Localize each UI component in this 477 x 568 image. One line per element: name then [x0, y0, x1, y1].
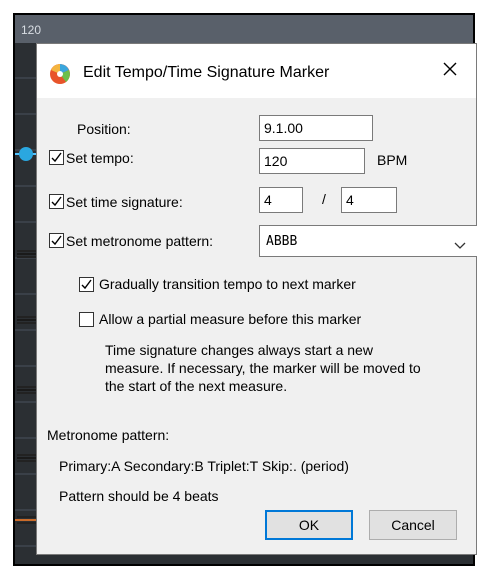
note-line-2: measure. If necessary, the marker will b…	[105, 360, 421, 376]
dialog-titlebar[interactable]: Edit Tempo/Time Signature Marker	[37, 44, 476, 98]
note-line-1: Time signature changes always start a ne…	[105, 342, 373, 358]
time-sig-denominator-input[interactable]: 4	[341, 187, 397, 213]
close-x-icon	[443, 62, 457, 81]
pattern-legend: Primary:A Secondary:B Triplet:T Skip:. (…	[59, 458, 349, 474]
position-input[interactable]: 9.1.00	[259, 115, 373, 141]
metronome-pattern-value: ABBB	[266, 234, 298, 249]
ruler-tempo-label: 120	[21, 23, 42, 37]
metronome-pattern-section-label: Metronome pattern:	[47, 427, 170, 443]
timeline-ruler[interactable]: 120	[15, 15, 473, 43]
set-time-signature-checkbox[interactable]	[49, 194, 64, 209]
waveform-segment	[15, 247, 37, 261]
partial-measure-checkbox[interactable]	[79, 312, 94, 327]
set-tempo-checkbox[interactable]	[49, 150, 64, 165]
waveform-segment	[15, 383, 37, 397]
waveform-segment	[15, 451, 37, 465]
pattern-hint: Pattern should be 4 beats	[59, 488, 219, 504]
time-sig-separator: /	[322, 191, 326, 207]
gradual-transition-checkbox[interactable]	[79, 277, 94, 292]
waveform-segment	[15, 313, 37, 327]
chevron-down-icon[interactable]	[454, 237, 466, 255]
set-tempo-label: Set tempo:	[66, 150, 134, 166]
cancel-button[interactable]: Cancel	[369, 510, 457, 540]
partial-measure-label: Allow a partial measure before this mark…	[99, 311, 362, 327]
set-time-signature-label: Set time signature:	[66, 194, 183, 210]
ok-button[interactable]: OK	[265, 510, 353, 540]
tempo-input[interactable]: 120	[259, 148, 365, 174]
bpm-unit-label: BPM	[377, 152, 408, 168]
close-button[interactable]	[432, 56, 468, 86]
dialog-title: Edit Tempo/Time Signature Marker	[83, 64, 330, 81]
set-metronome-pattern-checkbox[interactable]	[49, 233, 64, 248]
reaper-app-icon	[49, 63, 71, 90]
set-metronome-pattern-label: Set metronome pattern:	[66, 233, 214, 249]
position-label: Position:	[77, 121, 131, 137]
edit-tempo-dialog: Edit Tempo/Time Signature Marker Positio…	[36, 43, 477, 555]
tempo-marker-point[interactable]	[19, 147, 33, 161]
time-sig-numerator-input[interactable]: 4	[259, 187, 303, 213]
note-line-3: the start of the next measure.	[105, 378, 288, 394]
metronome-pattern-combobox[interactable]: ABBB	[259, 225, 477, 257]
gradual-transition-label: Gradually transition tempo to next marke…	[99, 276, 356, 292]
